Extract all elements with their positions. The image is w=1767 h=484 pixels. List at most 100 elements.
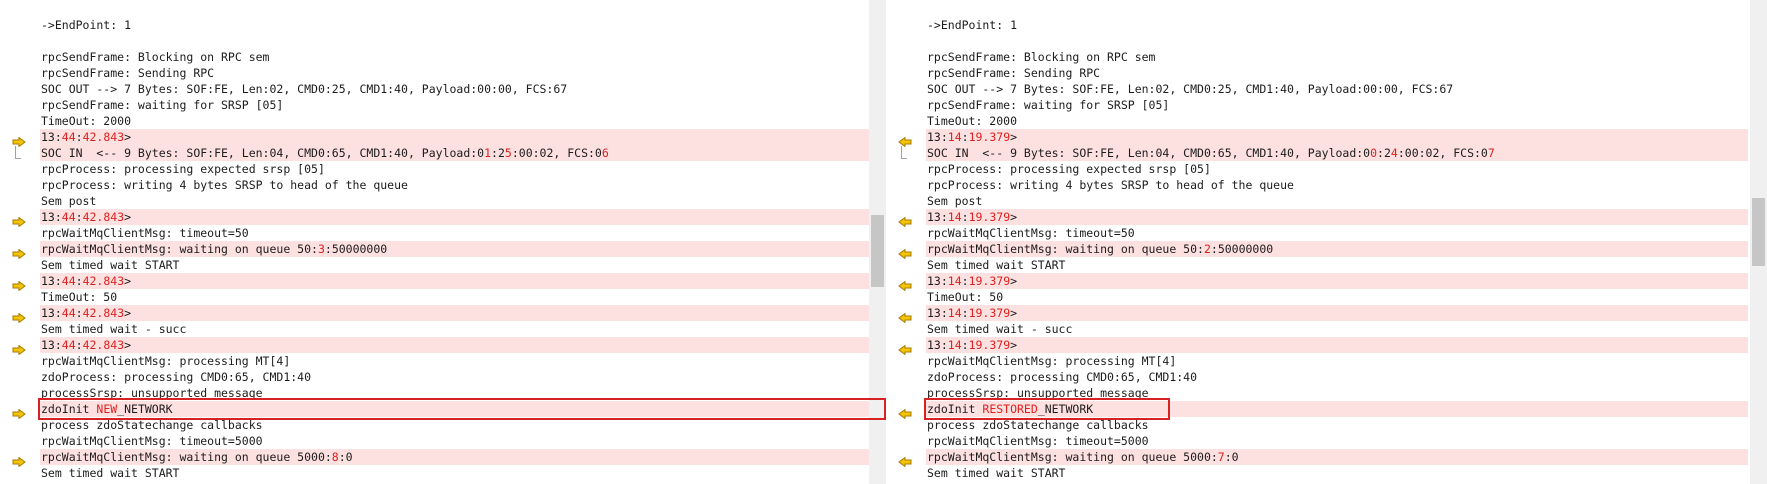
left-log-line[interactable]: rpcSendFrame: waiting for SRSP [05] xyxy=(40,97,869,113)
left-log-line[interactable]: ->EndPoint: 1 xyxy=(40,17,869,33)
left-log-line[interactable]: rpcProcess: processing expected srsp [05… xyxy=(40,161,869,177)
line-text: processSrsp: unsupported message xyxy=(927,386,1149,400)
left-log-line[interactable]: Sem timed wait START xyxy=(40,465,869,481)
left-compare-pane[interactable]: ->EndPoint: 1 rpcSendFrame: Blocking on R… xyxy=(0,0,869,484)
copy-right-arrow-icon[interactable] xyxy=(12,404,26,420)
left-scrollbar-thumb[interactable] xyxy=(871,215,884,287)
line-text: : xyxy=(75,338,83,352)
left-log-line[interactable]: 13:44:42.843> xyxy=(40,209,869,225)
right-compare-pane[interactable]: ->EndPoint: 1 rpcSendFrame: Blocking on R… xyxy=(886,0,1748,484)
copy-left-arrow-icon[interactable] xyxy=(898,404,912,420)
left-vertical-scrollbar[interactable] xyxy=(869,0,886,484)
copy-left-arrow-icon[interactable] xyxy=(898,244,912,260)
right-log-line[interactable]: rpcWaitMqClientMsg: processing MT[4] xyxy=(926,353,1748,369)
line-text: ->EndPoint: 1 xyxy=(927,18,1018,32)
changed-text: 5 xyxy=(504,146,512,160)
right-log-line[interactable]: 13:14:19.379> xyxy=(926,337,1748,353)
right-log-line[interactable]: TimeOut: 50 xyxy=(926,289,1748,305)
changed-text: NEW xyxy=(96,402,118,416)
copy-right-arrow-icon[interactable] xyxy=(12,244,26,260)
right-log-line[interactable]: 13:14:19.379> xyxy=(926,305,1748,321)
left-log-line[interactable]: zdoInit NEW_NETWORK xyxy=(40,401,869,417)
left-log-line[interactable]: rpcWaitMqClientMsg: waiting on queue 50:… xyxy=(40,241,869,257)
right-log-line[interactable]: process zdoStatechange callbacks xyxy=(926,417,1748,433)
copy-right-arrow-icon[interactable] xyxy=(12,212,26,228)
right-log-line[interactable]: zdoProcess: processing CMD0:65, CMD1:40 xyxy=(926,369,1748,385)
right-log-line[interactable]: rpcWaitMqClientMsg: waiting on queue 50:… xyxy=(926,241,1748,257)
line-text: _NETWORK xyxy=(1037,402,1094,416)
right-log-line[interactable]: 13:14:19.379> xyxy=(926,209,1748,225)
copy-left-arrow-icon[interactable] xyxy=(898,276,912,292)
copy-right-arrow-icon[interactable] xyxy=(12,340,26,356)
right-log-line[interactable]: rpcSendFrame: Blocking on RPC sem xyxy=(926,49,1748,65)
right-log-line[interactable]: 13:14:19.379> xyxy=(926,273,1748,289)
right-log-line[interactable]: Sem timed wait - succ xyxy=(926,321,1748,337)
right-log-line[interactable]: rpcWaitMqClientMsg: waiting on queue 500… xyxy=(926,449,1748,465)
right-log-line[interactable]: rpcProcess: processing expected srsp [05… xyxy=(926,161,1748,177)
changed-text: 1 xyxy=(484,146,492,160)
line-text: rpcSendFrame: Blocking on RPC sem xyxy=(927,50,1156,64)
right-log-line[interactable]: rpcSendFrame: Sending RPC xyxy=(926,65,1748,81)
copy-left-arrow-icon[interactable] xyxy=(898,308,912,324)
right-log-line[interactable]: processSrsp: unsupported message xyxy=(926,385,1748,401)
line-text: TimeOut: 2000 xyxy=(41,114,132,128)
left-log-line[interactable]: SOC OUT --> 7 Bytes: SOF:FE, Len:02, CMD… xyxy=(40,81,869,97)
line-text: TimeOut: 50 xyxy=(927,290,1004,304)
left-log-line[interactable]: 13:44:42.843> xyxy=(40,337,869,353)
line-text: zdoInit xyxy=(41,402,97,416)
left-log-line[interactable]: 13:44:42.843> xyxy=(40,273,869,289)
left-log-line[interactable]: Sem timed wait - succ xyxy=(40,321,869,337)
left-log-line[interactable]: rpcWaitMqClientMsg: timeout=50 xyxy=(40,225,869,241)
left-log-line[interactable]: 13:44:42.843> xyxy=(40,129,869,145)
left-log-line[interactable]: Sem post xyxy=(40,193,869,209)
copy-right-arrow-icon[interactable] xyxy=(12,452,26,468)
right-log-line[interactable]: rpcWaitMqClientMsg: timeout=5000 xyxy=(926,433,1748,449)
right-log-line[interactable]: Sem timed wait START xyxy=(926,257,1748,273)
left-log-line[interactable] xyxy=(40,33,869,49)
copy-left-arrow-icon[interactable] xyxy=(898,340,912,356)
right-log-line[interactable]: TimeOut: 2000 xyxy=(926,113,1748,129)
changed-text: 7 xyxy=(1217,450,1225,464)
right-log-line[interactable]: zdoInit RESTORED_NETWORK xyxy=(926,401,1748,417)
line-text: Sem timed wait START xyxy=(927,466,1066,480)
copy-right-arrow-icon[interactable] xyxy=(12,132,26,148)
left-log-line[interactable]: rpcSendFrame: Sending RPC xyxy=(40,65,869,81)
right-log-line[interactable]: rpcSendFrame: waiting for SRSP [05] xyxy=(926,97,1748,113)
left-log-line[interactable]: zdoProcess: processing CMD0:65, CMD1:40 xyxy=(40,369,869,385)
right-log-line[interactable]: rpcProcess: writing 4 bytes SRSP to head… xyxy=(926,177,1748,193)
copy-left-arrow-icon[interactable] xyxy=(898,452,912,468)
left-log-line[interactable]: processSrsp: unsupported message xyxy=(40,385,869,401)
right-log-line[interactable]: 13:14:19.379> xyxy=(926,129,1748,145)
copy-left-arrow-icon[interactable] xyxy=(898,212,912,228)
right-log-line[interactable]: Sem timed wait START xyxy=(926,465,1748,481)
line-text: > xyxy=(124,130,132,144)
left-log-line[interactable]: TimeOut: 50 xyxy=(40,289,869,305)
right-log-line[interactable]: ->EndPoint: 1 xyxy=(926,17,1748,33)
left-log-line[interactable]: rpcProcess: writing 4 bytes SRSP to head… xyxy=(40,177,869,193)
right-vertical-scrollbar[interactable] xyxy=(1750,0,1767,484)
changed-text: 14 xyxy=(947,130,962,144)
right-log-line[interactable]: Sem post xyxy=(926,193,1748,209)
changed-text: 42.843 xyxy=(82,338,125,352)
left-log-line[interactable]: rpcSendFrame: Blocking on RPC sem xyxy=(40,49,869,65)
left-log-line[interactable]: rpcWaitMqClientMsg: timeout=5000 xyxy=(40,433,869,449)
left-log-line[interactable]: 13:44:42.843> xyxy=(40,305,869,321)
left-log-line[interactable]: process zdoStatechange callbacks xyxy=(40,417,869,433)
left-log-line[interactable]: TimeOut: 2000 xyxy=(40,113,869,129)
block-bracket-icon xyxy=(15,146,21,159)
copy-right-arrow-icon[interactable] xyxy=(12,276,26,292)
right-log-line[interactable]: SOC IN <-- 9 Bytes: SOF:FE, Len:04, CMD0… xyxy=(926,145,1748,161)
line-text: rpcProcess: processing expected srsp [05… xyxy=(41,162,325,176)
right-log-line[interactable]: SOC OUT --> 7 Bytes: SOF:FE, Len:02, CMD… xyxy=(926,81,1748,97)
copy-left-arrow-icon[interactable] xyxy=(898,132,912,148)
right-log-line[interactable] xyxy=(926,33,1748,49)
left-log-line[interactable]: rpcWaitMqClientMsg: processing MT[4] xyxy=(40,353,869,369)
right-log-line[interactable]: rpcWaitMqClientMsg: timeout=50 xyxy=(926,225,1748,241)
left-log-line[interactable]: Sem timed wait START xyxy=(40,257,869,273)
copy-right-arrow-icon[interactable] xyxy=(12,308,26,324)
right-scrollbar-thumb[interactable] xyxy=(1752,198,1765,266)
line-text: 13: xyxy=(927,306,948,320)
left-log-line[interactable]: rpcWaitMqClientMsg: waiting on queue 500… xyxy=(40,449,869,465)
line-text: 13: xyxy=(41,274,62,288)
left-log-line[interactable]: SOC IN <-- 9 Bytes: SOF:FE, Len:04, CMD0… xyxy=(40,145,869,161)
